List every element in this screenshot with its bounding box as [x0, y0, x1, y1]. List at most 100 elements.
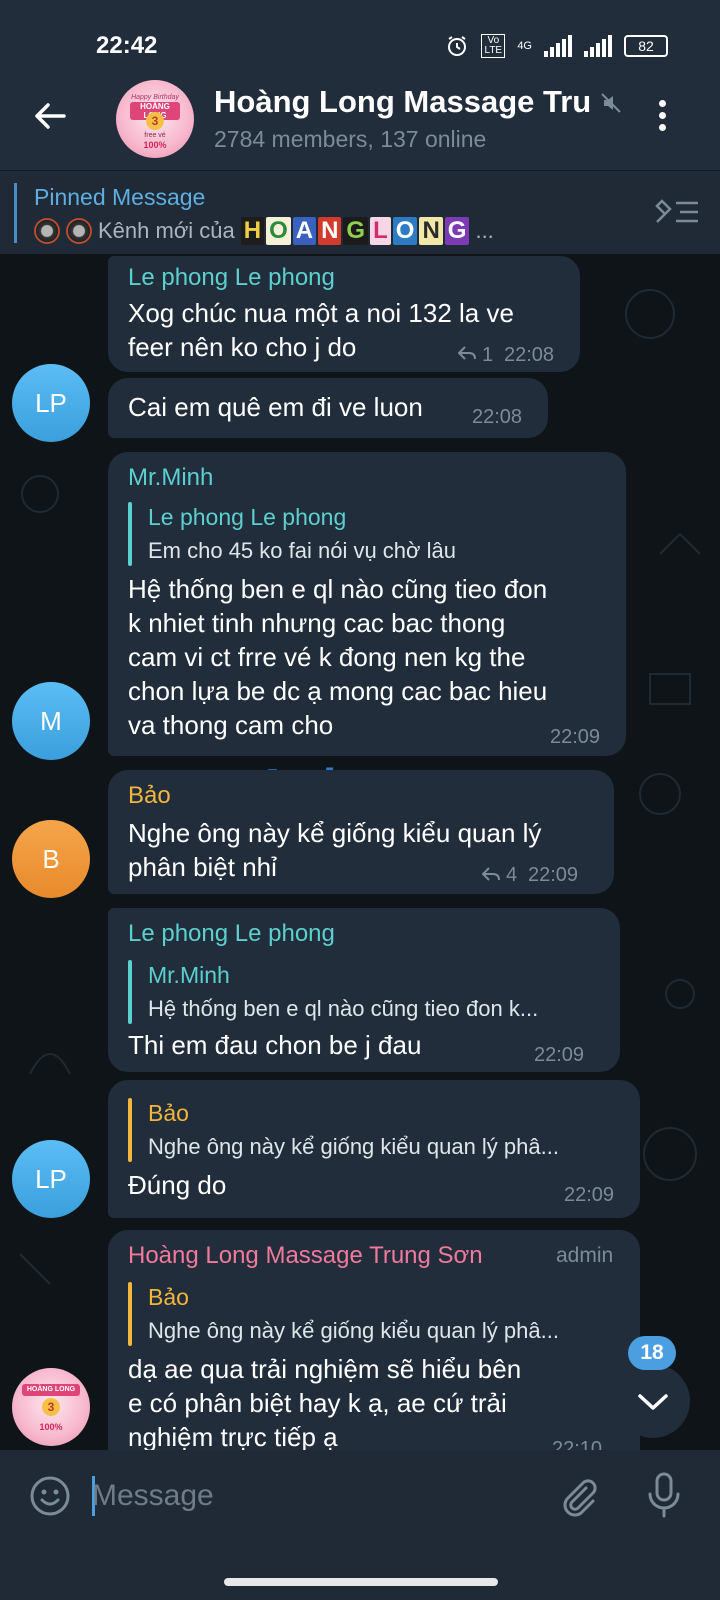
avatar-text: 3: [42, 1398, 60, 1416]
pinned-message[interactable]: Pinned Message Kênh mới của H O A N G L …: [0, 170, 720, 254]
message-text: Hệ thống ben e ql nào cũng tieo đon: [128, 574, 548, 604]
message-text: va thong cam cho: [128, 710, 334, 740]
brand-letter: H: [240, 217, 265, 245]
attach-icon[interactable]: [556, 1474, 600, 1518]
member-count: 2784 members, 137 online: [214, 126, 487, 152]
reply-sender[interactable]: Mr.Minh: [148, 962, 230, 989]
reply-preview[interactable]: Nghe ông này kể giống kiểu quan lý phâ..…: [148, 1318, 559, 1344]
home-indicator[interactable]: [224, 1578, 498, 1586]
reply-count[interactable]: 1: [482, 344, 493, 367]
message-time: 22:09: [564, 1184, 615, 1206]
reply-sender[interactable]: Le phong Le phong: [148, 504, 346, 531]
avatar[interactable]: LP: [12, 364, 90, 442]
message-text: e có phân biệt hay k ạ, ae cứ trải: [128, 1388, 507, 1418]
reply-quote-bar: [128, 1098, 132, 1162]
avatar[interactable]: HOÀNG LONG 3 100%: [12, 1368, 90, 1446]
avatar-text: 100%: [143, 140, 167, 150]
back-arrow-icon[interactable]: [30, 96, 70, 136]
signal-icon: [544, 35, 572, 57]
avatar-text: 3: [146, 112, 164, 130]
brand-letters: H O A N G L O N G: [240, 217, 470, 245]
microphone-icon[interactable]: [642, 1470, 686, 1520]
reply-quote-bar: [128, 960, 132, 1024]
chevron-down-icon: [638, 1394, 668, 1410]
avatar-text: HOÀNG LONG: [22, 1384, 80, 1396]
message-text: Nghe ông này kể giống kiểu quan lý: [128, 818, 542, 848]
mute-icon: [601, 93, 621, 113]
message-bubble[interactable]: Le phong Le phong Xog chúc nua một a noi…: [108, 256, 580, 372]
message-time: 22:10: [552, 1438, 603, 1450]
message-time: 22:09: [528, 864, 579, 886]
brand-letter: O: [392, 217, 418, 245]
message-text: dạ ae qua trải nghiệm sẽ hiểu bên: [128, 1354, 522, 1384]
brand-letter: L: [370, 217, 391, 245]
pinned-list-icon[interactable]: [654, 197, 700, 227]
pinned-text: Kênh mới của: [98, 218, 235, 243]
avatar[interactable]: B: [12, 820, 90, 898]
avatar-text: 100%: [39, 1422, 63, 1432]
message-bubble[interactable]: Mr.Minh Le phong Le phong Em cho 45 ko f…: [108, 452, 626, 756]
signal-icon-2: [584, 35, 612, 57]
volte-icon: Vo LTE: [481, 34, 506, 58]
chat-header: Happy Birthday HOÀNG LONG 3 free vé 100%…: [0, 70, 720, 170]
emoji-icon[interactable]: [28, 1474, 72, 1518]
message-text: Thi em đau chon be j đau: [128, 1030, 422, 1060]
message-bubble[interactable]: Bảo Nghe ông này kể giống kiểu quan lý p…: [108, 1080, 640, 1218]
message-input-bar: [0, 1450, 720, 1540]
brand-letter: N: [318, 217, 342, 245]
message-text: cam vi ct frre vé k đong nen kg the: [128, 642, 526, 672]
message-time: 22:09: [534, 1044, 585, 1066]
reply-quote-bar: [128, 1282, 132, 1346]
message-input[interactable]: [92, 1468, 532, 1524]
pinned-ellipsis: ...: [475, 218, 494, 243]
message-bubble[interactable]: Le phong Le phong Mr.Minh Hệ thống ben e…: [108, 908, 620, 1072]
sender-name[interactable]: Hoàng Long Massage Trung Sơn: [128, 1242, 483, 1270]
sender-name[interactable]: Le phong Le phong: [128, 264, 335, 292]
battery-indicator: 82: [624, 35, 668, 57]
brand-letter: G: [444, 217, 470, 245]
reply-count[interactable]: 4: [506, 864, 517, 887]
message-text: Đúng do: [128, 1170, 227, 1200]
pinned-indicator: [14, 183, 17, 243]
sender-name[interactable]: Bảo: [128, 782, 171, 810]
reply-preview[interactable]: Em cho 45 ko fai nói vụ chờ lâu: [148, 538, 456, 564]
avatar-text: Happy Birthday: [131, 94, 179, 101]
system-nav-bar: [0, 1540, 720, 1600]
message-text: feer nên ko cho j do: [128, 332, 357, 362]
message-bubble[interactable]: Cai em quê em đi ve luon 22:08: [108, 378, 548, 438]
message-text: phân biệt nhỉ: [128, 852, 277, 882]
sender-name[interactable]: Le phong Le phong: [128, 920, 335, 948]
reply-quote-bar: [128, 502, 132, 566]
avatar[interactable]: M: [12, 682, 90, 760]
message-time: 22:09: [550, 726, 601, 748]
status-icons: Vo LTE 4G 82: [445, 34, 668, 58]
more-options-icon[interactable]: [654, 100, 670, 140]
message-bubble[interactable]: Hoàng Long Massage Trung Sơn admin Bảo N…: [108, 1230, 640, 1450]
reply-arrow-icon: [482, 867, 500, 881]
reply-preview[interactable]: Nghe ông này kể giống kiểu quan lý phâ..…: [148, 1134, 559, 1160]
message-text: nghiệm trực tiếp ạ: [128, 1422, 338, 1450]
sender-name[interactable]: Mr.Minh: [128, 464, 213, 492]
chat-area[interactable]: Le phong Le phong Xog chúc nua một a noi…: [0, 254, 720, 1450]
reply-arrow-icon: [458, 346, 476, 360]
message-text: Xog chúc nua một a noi 132 la ve: [128, 298, 514, 328]
admin-tag: admin: [556, 1244, 614, 1267]
group-avatar[interactable]: Happy Birthday HOÀNG LONG 3 free vé 100%: [116, 80, 194, 158]
alarm-icon: [448, 36, 467, 56]
message-bubble[interactable]: Bảo Nghe ông này kể giống kiểu quan lý p…: [108, 770, 614, 894]
scroll-down-button[interactable]: [616, 1364, 690, 1438]
brand-letter: O: [266, 217, 291, 245]
network-type: 4G: [517, 40, 532, 52]
unread-count-badge: 18: [628, 1336, 676, 1370]
reply-sender[interactable]: Bảo: [148, 1284, 189, 1311]
group-title[interactable]: Hoàng Long Massage Tru: [214, 84, 594, 120]
reply-sender[interactable]: Bảo: [148, 1100, 189, 1127]
status-time: 22:42: [96, 32, 158, 59]
message-text: Cai em quê em đi ve luon: [128, 392, 423, 422]
brand-letter: A: [292, 217, 317, 245]
reply-preview[interactable]: Hệ thống ben e ql nào cũng tieo đon k...: [148, 996, 538, 1022]
avatar[interactable]: LP: [12, 1140, 90, 1218]
tire-icon: [34, 218, 60, 244]
pinned-title: Pinned Message: [34, 184, 206, 210]
message-time: 22:08: [504, 344, 555, 366]
